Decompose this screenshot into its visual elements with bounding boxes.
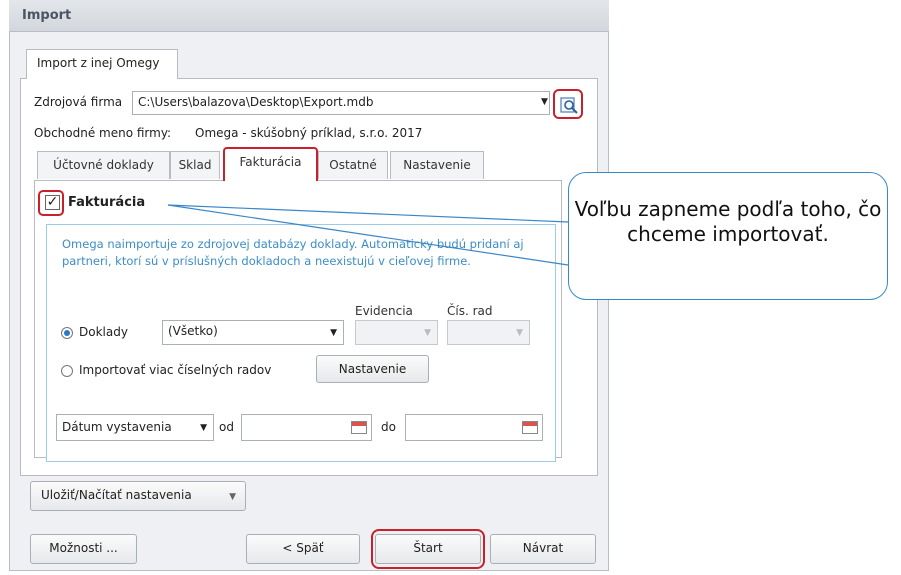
tab-fakturacia[interactable]: Fakturácia	[223, 147, 318, 181]
callout-text: Voľbu zapneme podľa toho, čo chceme impo…	[574, 197, 882, 246]
instruction-callout: Voľbu zapneme podľa toho, čo chceme impo…	[568, 172, 888, 300]
